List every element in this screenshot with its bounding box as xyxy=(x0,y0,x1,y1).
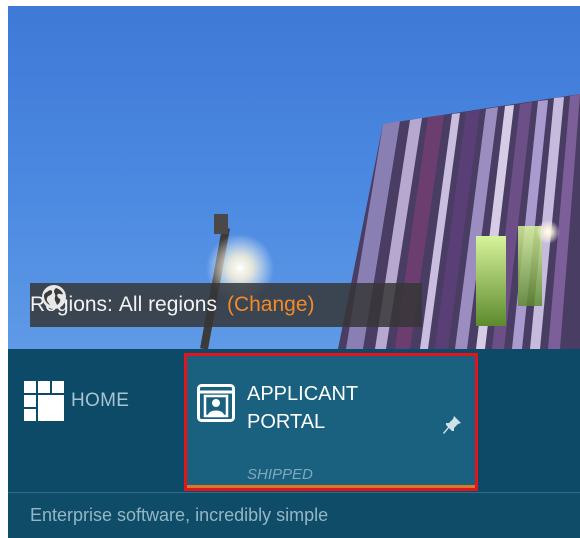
home-grid-icon xyxy=(24,381,64,421)
pin-icon[interactable] xyxy=(441,414,463,436)
tagline: Enterprise software, incredibly simple xyxy=(30,505,329,525)
portal-card-icon xyxy=(197,384,235,422)
nav-strip: HOME APPLICANT PORTAL SHIPPED xyxy=(8,349,580,492)
globe-icon xyxy=(42,285,66,309)
home-nav-item[interactable]: HOME xyxy=(24,381,129,421)
home-label: HOME xyxy=(71,390,130,411)
region-value: All regions xyxy=(118,293,217,316)
tile-title: APPLICANT PORTAL xyxy=(247,383,359,433)
footer: Enterprise software, incredibly simple xyxy=(8,492,580,538)
applicant-portal-tile[interactable]: APPLICANT PORTAL SHIPPED xyxy=(184,353,478,491)
region-selector: Regions: All regions (Change) xyxy=(30,283,422,327)
change-region-link[interactable]: (Change) xyxy=(227,293,315,317)
status-badge: SHIPPED xyxy=(247,466,313,483)
hero-banner: Regions: All regions (Change) xyxy=(8,6,580,349)
app-frame: Regions: All regions (Change) HOME APPLI… xyxy=(8,6,580,538)
tile-accent-bar xyxy=(187,485,475,488)
